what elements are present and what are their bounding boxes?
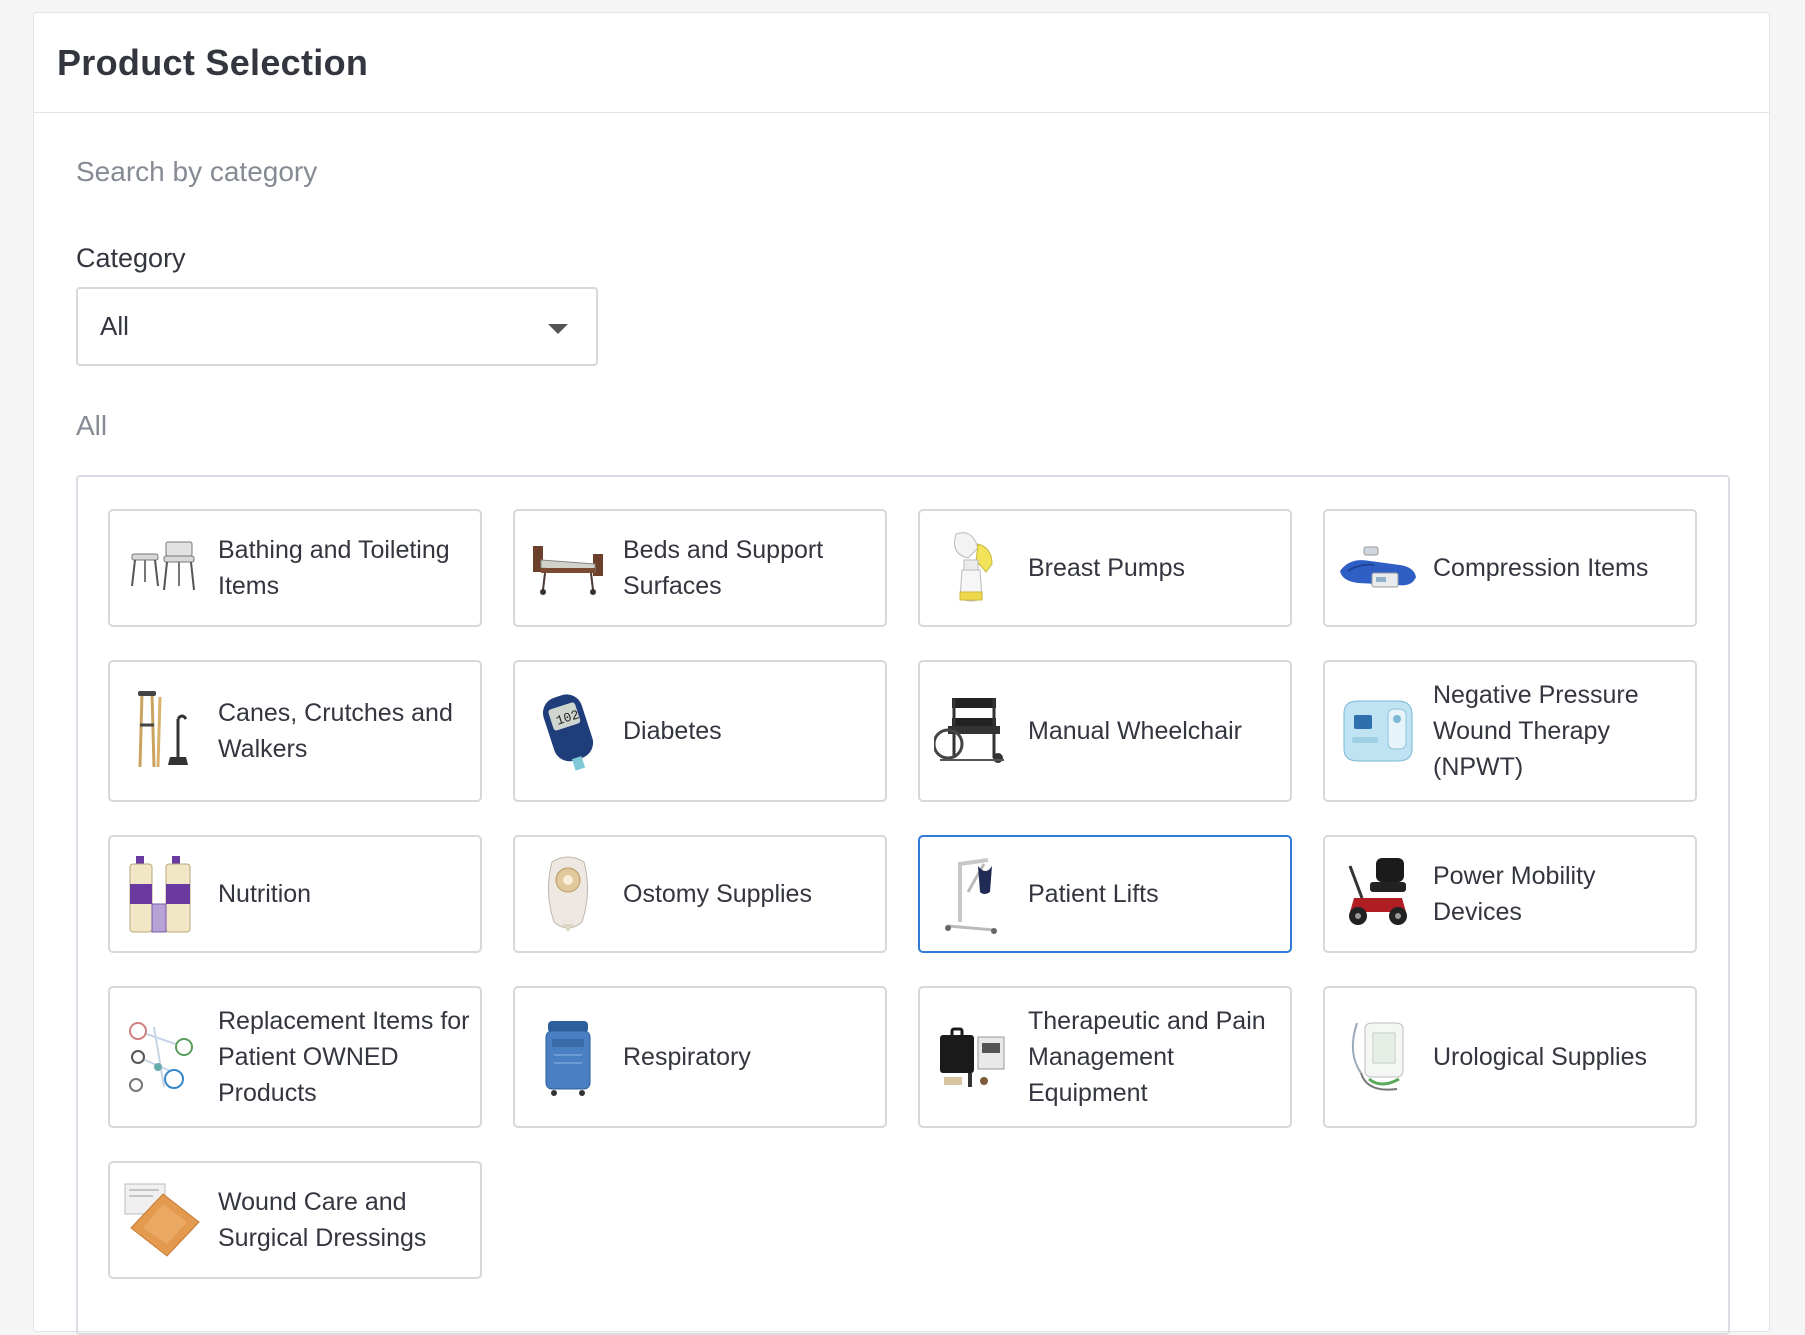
category-card-nutrition[interactable]: Nutrition [108, 835, 482, 953]
compression-pump-icon [1337, 527, 1419, 609]
panel-header: Product Selection [34, 13, 1769, 113]
category-card-label: Negative Pressure Wound Therapy (NPWT) [1433, 681, 1639, 781]
results-heading: All [76, 410, 108, 441]
search-heading: Search by category [76, 156, 318, 187]
category-grid: Bathing and Toileting Items Beds and Sup… [76, 475, 1730, 1335]
crutches-icon [122, 690, 204, 772]
category-card-label: Urological Supplies [1433, 1043, 1648, 1071]
category-card-compression[interactable]: Compression Items [1323, 509, 1697, 627]
category-card-label: Bathing and Toileting Items [218, 536, 450, 600]
glucose-meter-icon: 102 [527, 690, 609, 772]
category-card-urological[interactable]: Urological Supplies [1323, 986, 1697, 1128]
wound-dressing-icon [122, 1179, 204, 1261]
product-selection-panel: Product Selection Search by category Cat… [33, 12, 1770, 1335]
category-select[interactable]: All [76, 287, 598, 366]
patient-lift-icon [932, 853, 1014, 935]
category-label: Category [76, 243, 186, 273]
category-card-ostomy[interactable]: Ostomy Supplies [513, 835, 887, 953]
category-card-label: Power Mobility Devices [1433, 862, 1596, 926]
category-card-power-mobility[interactable]: Power Mobility Devices [1323, 835, 1697, 953]
category-card-breast-pumps[interactable]: Breast Pumps [918, 509, 1292, 627]
category-card-label: Ostomy Supplies [623, 880, 812, 908]
category-card-label: Wound Care and Surgical Dressings [218, 1188, 427, 1252]
oxygen-concentrator-icon [527, 1016, 609, 1098]
category-card-beds[interactable]: Beds and Support Surfaces [513, 509, 887, 627]
category-card-label: Diabetes [623, 717, 722, 745]
category-card-patient-lifts[interactable]: Patient Lifts [918, 835, 1292, 953]
tens-unit-icon [932, 1016, 1014, 1098]
breast-pump-icon [932, 527, 1014, 609]
category-card-label: Therapeutic and Pain Management Equipmen… [1028, 1007, 1266, 1107]
category-card-canes[interactable]: Canes, Crutches and Walkers [108, 660, 482, 802]
category-card-label: Compression Items [1433, 554, 1649, 582]
category-card-diabetes[interactable]: 102 Diabetes [513, 660, 887, 802]
category-card-label: Breast Pumps [1028, 554, 1186, 582]
hospital-bed-icon [527, 527, 609, 609]
ostomy-bag-icon [527, 853, 609, 935]
category-card-label: Beds and Support Surfaces [623, 536, 824, 600]
chevron-down-icon [548, 324, 568, 334]
category-card-label: Nutrition [218, 880, 312, 908]
npwt-device-icon [1337, 690, 1419, 772]
parts-diagram-icon [122, 1016, 204, 1098]
category-card-npwt[interactable]: Negative Pressure Wound Therapy (NPWT) [1323, 660, 1697, 802]
wheelchair-icon [932, 690, 1014, 772]
category-card-wound-care[interactable]: Wound Care and Surgical Dressings [108, 1161, 482, 1279]
category-card-label: Manual Wheelchair [1028, 717, 1242, 745]
category-card-label: Replacement Items for Patient OWNED Prod… [218, 1007, 470, 1107]
category-card-label: Patient Lifts [1028, 880, 1159, 908]
power-scooter-icon [1337, 853, 1419, 935]
category-card-bathing[interactable]: Bathing and Toileting Items [108, 509, 482, 627]
category-card-label: Respiratory [623, 1043, 751, 1071]
category-card-manual-wheelchair[interactable]: Manual Wheelchair [918, 660, 1292, 802]
page-title: Product Selection [57, 41, 369, 83]
shower-chair-icon [122, 527, 204, 609]
category-card-label: Canes, Crutches and Walkers [218, 699, 453, 763]
category-card-replacement[interactable]: Replacement Items for Patient OWNED Prod… [108, 986, 482, 1128]
category-card-respiratory[interactable]: Respiratory [513, 986, 887, 1128]
urine-bag-icon [1337, 1016, 1419, 1098]
nutrition-bottles-icon [122, 853, 204, 935]
category-card-therapeutic[interactable]: Therapeutic and Pain Management Equipmen… [918, 986, 1292, 1128]
category-select-value: All [100, 311, 129, 341]
